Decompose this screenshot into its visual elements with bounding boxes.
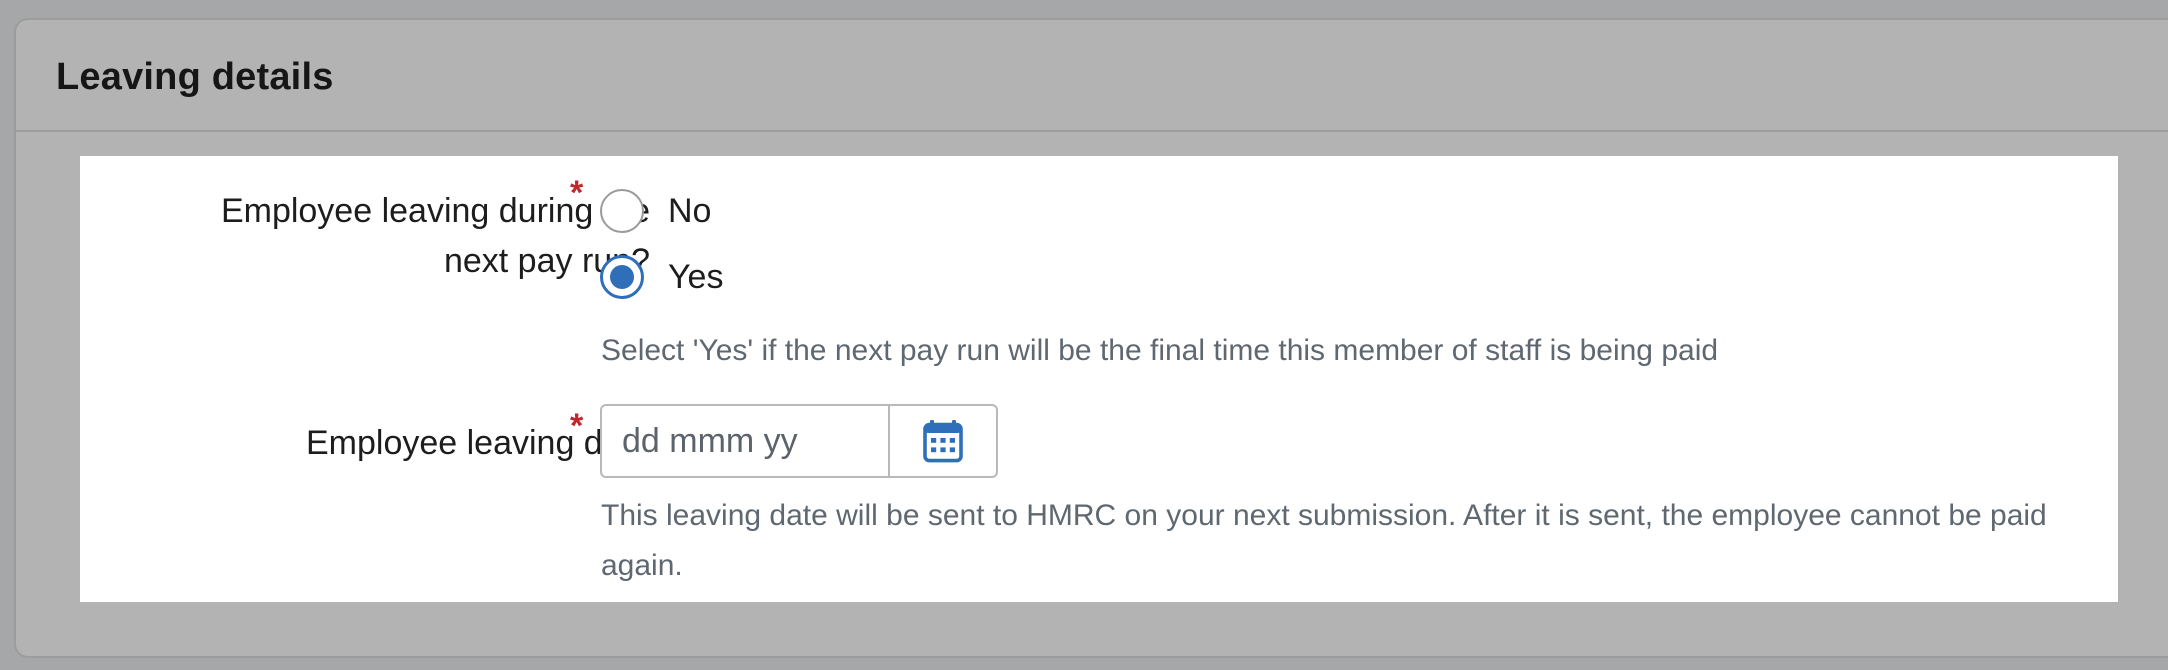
leaving-next-pay-run-label: Employee leaving during the next pay run… [221, 186, 650, 286]
leaving-next-pay-run-label-line1: Employee leaving during the [220, 192, 650, 230]
radio-no[interactable] [600, 189, 644, 233]
section-title: Leaving details [56, 56, 334, 98]
radio-option-yes[interactable]: Yes [600, 252, 723, 302]
radio-yes-label[interactable]: Yes [668, 258, 723, 297]
leaving-date-input[interactable] [602, 406, 888, 476]
radio-no-label[interactable]: No [668, 192, 711, 231]
leaving-next-pay-run-hint: Select 'Yes' if the next pay run will be… [601, 334, 1719, 367]
required-indicator: * [570, 174, 584, 212]
required-indicator: * [570, 407, 584, 445]
leaving-date-label: Employee leaving date [305, 424, 650, 462]
leaving-date-hint: This leaving date will be sent to HMRC o… [601, 499, 2047, 582]
radio-yes[interactable] [600, 255, 644, 299]
calendar-button[interactable] [888, 406, 996, 476]
leaving-date-field [600, 404, 998, 478]
radio-option-no[interactable]: No [600, 186, 711, 236]
panel-header: Leaving details [16, 20, 2168, 132]
leaving-details-form: Employee leaving during the next pay run… [80, 156, 2118, 602]
calendar-icon [923, 420, 963, 463]
